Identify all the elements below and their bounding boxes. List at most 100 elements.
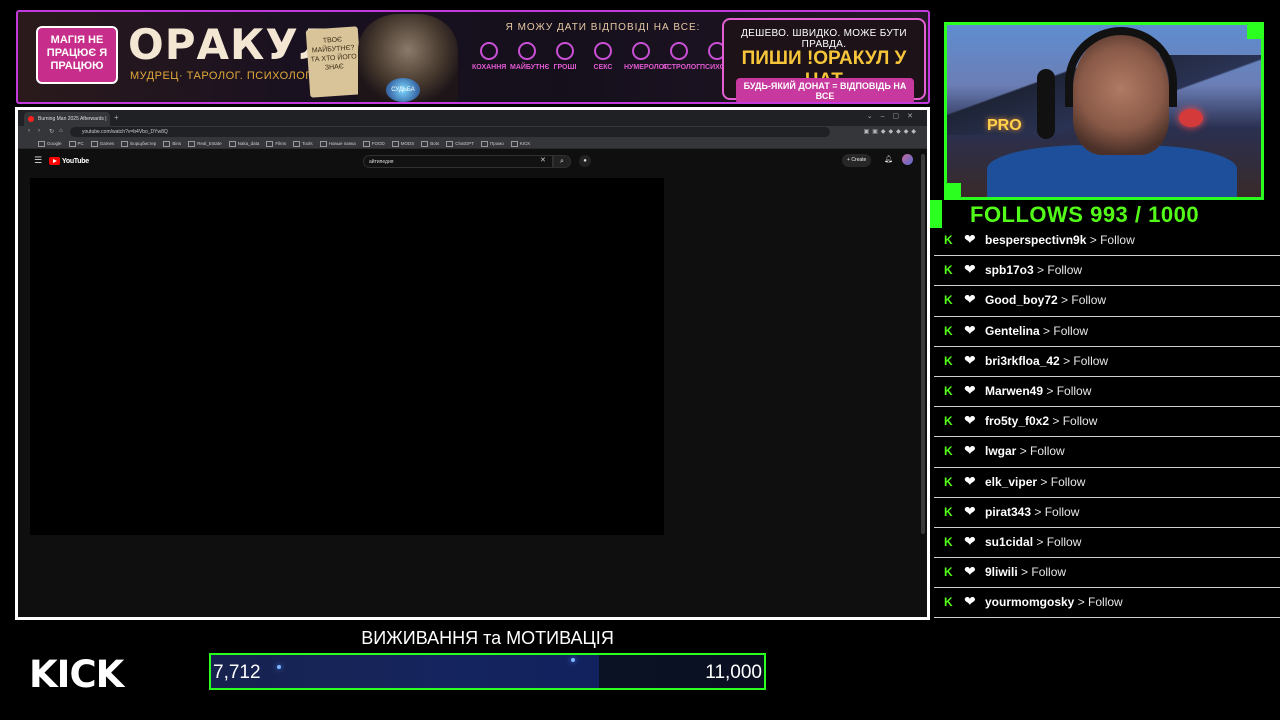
youtube-play-icon xyxy=(49,157,60,165)
follower-name: pirat343 xyxy=(985,504,1032,519)
heart-icon: ❤︎ xyxy=(964,442,976,459)
category-icon xyxy=(594,42,612,60)
category-label: МАЙБУТНЄ xyxy=(510,64,550,71)
category-label: КОХАННЯ xyxy=(472,64,507,71)
category-item: ГРОШІ xyxy=(548,42,582,71)
microphone-icon[interactable]: ● xyxy=(579,155,591,167)
follower-action: > Follow xyxy=(1052,414,1098,429)
follower-name: 9liwili xyxy=(985,565,1018,580)
category-list: КОХАННЯ МАЙБУТНЄ ГРОШІ СЕКС НУМЕРОЛОГ АСТРОЛО… xyxy=(472,42,739,71)
bookmark-item[interactable]: Google xyxy=(38,138,62,148)
new-tab-icon[interactable]: + xyxy=(114,113,119,122)
bookmark-item[interactable]: Naka_data xyxy=(229,138,260,148)
bookmark-item[interactable]: Новые папка xyxy=(320,138,356,148)
window-controls[interactable]: ⌄–▢✕ xyxy=(867,112,921,120)
cta-line-3: БУДЬ-ЯКИЙ ДОНАТ = ВІДПОВІДЬ НА ВСЕ xyxy=(736,78,914,102)
follower-row: K ❤︎ Marwen49 > Follow xyxy=(934,377,1280,408)
bookmark-item[interactable]: Games xyxy=(91,138,115,148)
follower-row: K ❤︎ yourmomgosky > Follow xyxy=(934,588,1280,619)
notifications-bell-icon[interactable]: 🔔︎ xyxy=(884,155,893,163)
kick-logo: KICK xyxy=(29,653,124,696)
category-item: СЕКС xyxy=(586,42,620,71)
extensions-icons[interactable]: ▣▣◆◆◆◆◆ xyxy=(864,128,919,135)
category-label: АСТРОЛОГ xyxy=(662,64,701,71)
webcam-feed: PRO xyxy=(944,22,1264,200)
category-icon xyxy=(556,42,574,60)
category-label: ГРОШІ xyxy=(553,64,577,71)
heart-icon: ❤︎ xyxy=(964,412,976,429)
magic-badge: МАГІЯ НЕ ПРАЦЮЄ Я ПРАЦЮЮ xyxy=(36,26,118,84)
bookmark-item[interactable]: Борщбистер xyxy=(121,138,156,148)
heart-icon: ❤︎ xyxy=(964,563,976,580)
address-bar: ‹ › ↻ ⌂ youtube.com/watch?v=b4Vbo_DYw8Q … xyxy=(18,126,927,138)
microphone-stand xyxy=(1037,69,1055,139)
bookmark-item[interactable]: KICK xyxy=(511,138,531,148)
oracle-banner: МАГІЯ НЕ ПРАЦЮЄ Я ПРАЦЮЮ ОРАКУЛ МУДРЕЦ· … xyxy=(16,10,930,104)
goal-spark xyxy=(571,658,575,662)
heart-icon: ❤︎ xyxy=(964,532,976,549)
follower-name: fro5ty_f0x2 xyxy=(985,414,1050,429)
avatar[interactable] xyxy=(902,154,913,165)
home-icon[interactable]: ⌂ xyxy=(59,128,63,134)
bookmark-item[interactable]: PC xyxy=(69,138,84,148)
browser-tab[interactable]: Burning Man 2025 Afterwards | xyxy=(24,112,110,126)
youtube-logo[interactable]: YouTube xyxy=(49,157,89,165)
search-icon[interactable]: ⌕ xyxy=(553,155,571,168)
forward-icon[interactable]: › xyxy=(38,128,40,134)
bookmark-item[interactable]: Tools xyxy=(293,138,313,148)
follower-action: > Follow xyxy=(1037,263,1083,278)
cta-line-1: ДЕШЕВО. ШВИДКО. МОЖЕ БУТИ ПРАВДА. xyxy=(741,28,907,50)
bookmark-item[interactable]: Bins xyxy=(163,138,181,148)
kick-icon: K xyxy=(944,383,953,398)
bookmark-item[interactable]: Real_Estate xyxy=(188,138,222,148)
goal-spark xyxy=(277,665,281,669)
follower-action: > Follow xyxy=(1034,504,1080,519)
video-player[interactable] xyxy=(30,178,664,535)
answers-header: Я МОЖУ ДАТИ ВІДПОВІДІ НА ВСЕ: xyxy=(505,22,701,33)
follower-row: K ❤︎ pirat343 > Follow xyxy=(934,498,1280,528)
heart-icon: ❤︎ xyxy=(964,321,976,338)
follower-row: K ❤︎ elk_viper > Follow xyxy=(934,468,1280,498)
kick-icon: K xyxy=(944,233,953,247)
follower-action: > Follow xyxy=(1040,474,1086,489)
category-item: КОХАННЯ xyxy=(472,42,506,71)
frame-corner xyxy=(1247,25,1261,39)
follower-action: > Follow xyxy=(1021,565,1067,580)
scrollbar[interactable] xyxy=(921,154,925,534)
kick-icon: K xyxy=(944,293,953,308)
category-item: НУМЕРОЛОГ xyxy=(624,42,668,71)
bookmark-item[interactable]: FOOD xyxy=(363,138,385,148)
bookmark-item[interactable]: Films xyxy=(266,138,286,148)
tab-bar: Burning Man 2025 Afterwards | + ⌄–▢✕ xyxy=(18,110,927,126)
follower-name-line: pirat343 > Follow xyxy=(985,505,1079,519)
bookmark-item[interactable]: ChatGPT xyxy=(446,138,474,148)
reload-icon[interactable]: ↻ xyxy=(49,128,54,135)
follow-goal-text: FOLLOWS 993 / 1000 xyxy=(970,202,1200,227)
category-icon xyxy=(670,42,688,60)
create-button[interactable]: + Create xyxy=(842,154,872,167)
youtube-logo-text: YouTube xyxy=(62,157,89,165)
bookmark-item[interactable]: Промо xyxy=(481,138,504,148)
kick-icon: K xyxy=(944,323,953,338)
heart-icon: ❤︎ xyxy=(964,351,976,368)
follower-name-line: Good_boy72 > Follow xyxy=(985,293,1106,307)
back-icon[interactable]: ‹ xyxy=(28,128,30,134)
follower-row: K ❤︎ besperspectivn9k > Follow xyxy=(934,226,1280,257)
bookmark-item[interactable]: Bots xyxy=(421,138,439,148)
menu-icon[interactable]: ☰ xyxy=(34,155,42,166)
youtube-search-input[interactable]: айтипедия xyxy=(363,155,553,168)
kick-icon: K xyxy=(944,534,953,549)
kick-icon: K xyxy=(944,414,953,429)
url-field[interactable]: youtube.com/watch?v=b4Vbo_DYw8Q xyxy=(70,127,830,137)
category-icon xyxy=(480,42,498,60)
banner-title: ОРАКУЛ xyxy=(128,20,335,69)
follower-name-line: yourmomgosky > Follow xyxy=(985,595,1123,609)
follow-goal-accent xyxy=(930,200,942,228)
heart-icon: ❤︎ xyxy=(964,472,976,489)
clear-search-icon[interactable]: ✕ xyxy=(540,156,546,164)
bookmark-item[interactable]: MODS xyxy=(392,138,415,148)
browser-capture: Burning Man 2025 Afterwards | + ⌄–▢✕ ‹ ›… xyxy=(15,107,930,620)
follower-name: besperspectivn9k xyxy=(985,233,1087,247)
follower-name: Gentelina xyxy=(985,323,1040,338)
follower-row: K ❤︎ Gentelina > Follow xyxy=(934,317,1280,347)
